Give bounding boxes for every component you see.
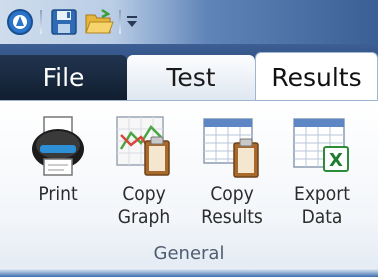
open-folder-icon[interactable] — [84, 8, 114, 40]
app-logo-icon[interactable] — [6, 8, 34, 40]
customize-dropdown-icon[interactable] — [126, 14, 138, 33]
copy-results-label: Copy Results — [201, 183, 263, 228]
quick-access-toolbar — [0, 0, 378, 44]
tab-file[interactable]: File — [0, 55, 127, 100]
export-data-label: Export Data — [294, 183, 350, 228]
ribbon-bottom-border — [0, 268, 378, 277]
toolbar-separator — [119, 10, 121, 34]
copy-graph-button[interactable]: Copy Graph — [104, 109, 184, 237]
ribbon-panel: Print Copy Graph Copy Results X Export D… — [0, 100, 378, 269]
group-label-general: General — [153, 243, 225, 264]
print-button[interactable]: Print — [18, 109, 98, 237]
printer-icon — [30, 115, 86, 181]
tab-results[interactable]: Results — [255, 52, 378, 102]
svg-text:X: X — [329, 150, 343, 171]
excel-export-icon: X — [292, 115, 352, 183]
toolbar-separator — [40, 10, 42, 34]
copy-results-button[interactable]: Copy Results — [192, 109, 272, 237]
print-label: Print — [38, 183, 78, 205]
export-data-button[interactable]: X Export Data — [282, 109, 362, 237]
copy-results-icon — [202, 115, 262, 183]
save-icon[interactable] — [50, 8, 78, 40]
ribbon-tab-strip: File Test Results — [0, 44, 378, 102]
copy-graph-label: Copy Graph — [117, 183, 171, 228]
tab-test[interactable]: Test — [127, 55, 255, 100]
copy-graph-icon — [115, 115, 173, 183]
